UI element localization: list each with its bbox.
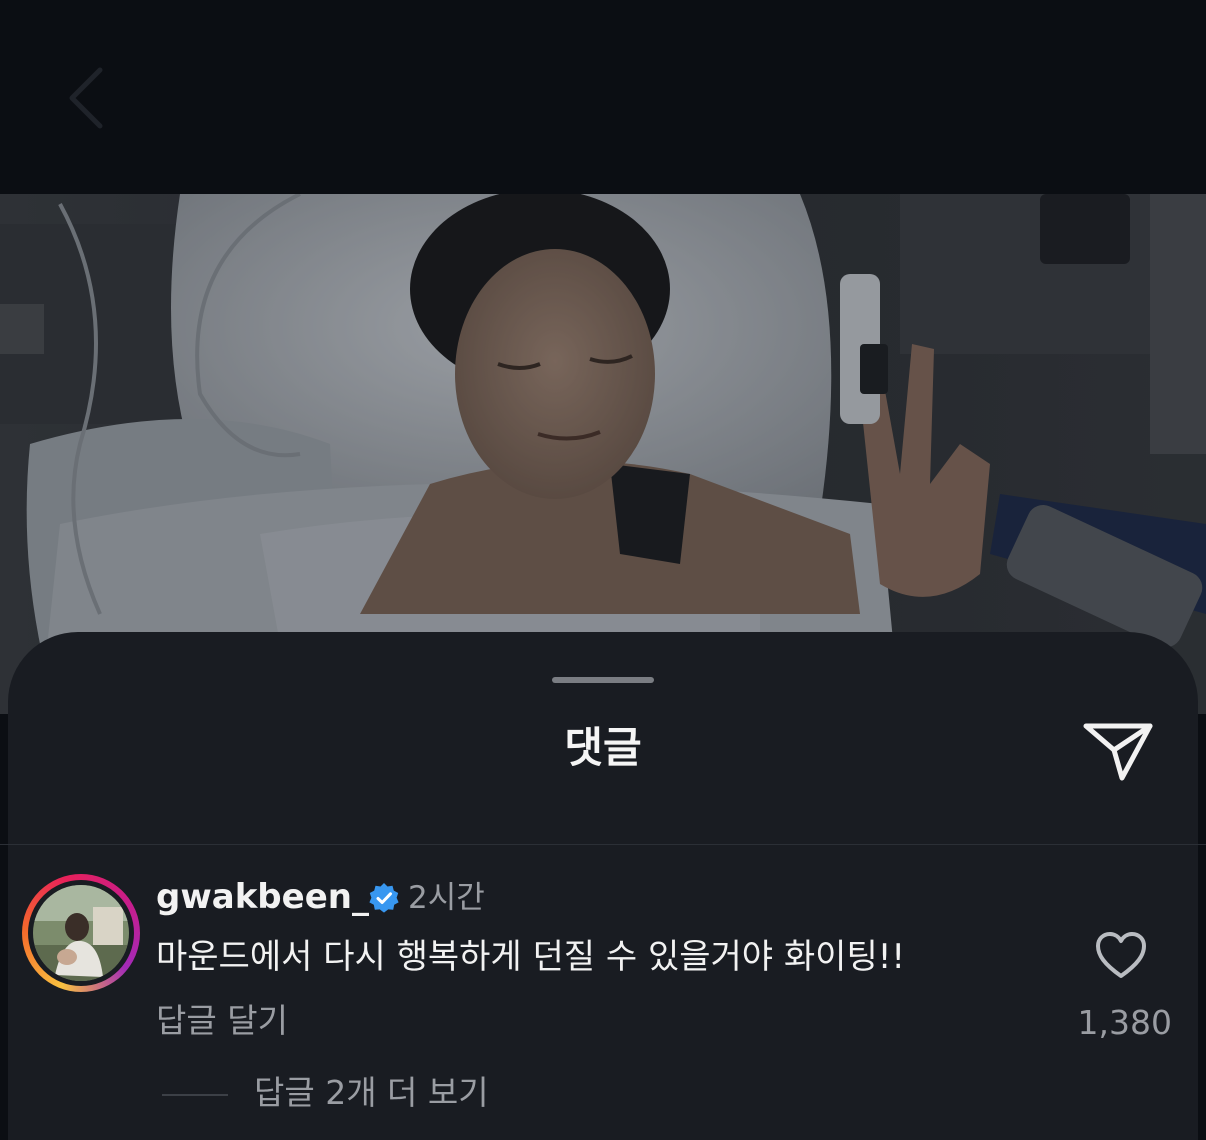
avatar-image [33, 885, 129, 981]
comment-username[interactable]: gwakbeen_ [156, 874, 369, 920]
avatar[interactable] [22, 874, 140, 992]
back-button[interactable] [56, 56, 126, 140]
app-screen: 댓글 gwakbeen_ 2시간 마운드에서 다시 행복하게 던질 수 있을거야… [0, 0, 1206, 1140]
chevron-left-icon [69, 67, 103, 129]
comments-sheet: 댓글 gwakbeen_ 2시간 마운드에서 다시 행복하게 던질 수 있을거야… [0, 632, 1206, 1140]
comment-timestamp: 2시간 [408, 880, 485, 916]
sheet-grabber[interactable] [552, 677, 654, 683]
verified-badge-icon [369, 883, 399, 913]
like-count: 1,380 [1077, 1003, 1172, 1042]
paper-plane-icon [1083, 723, 1153, 781]
share-button[interactable] [1080, 716, 1156, 786]
top-bar [0, 0, 1206, 194]
view-more-replies-button[interactable]: 답글 2개 더 보기 [254, 1070, 489, 1116]
reply-button[interactable]: 답글 달기 [156, 998, 288, 1044]
sheet-divider [0, 844, 1206, 845]
sheet-title: 댓글 [564, 723, 642, 772]
comment-text: 마운드에서 다시 행복하게 던질 수 있을거야 화이팅!! [156, 937, 905, 977]
like-button[interactable] [1094, 930, 1148, 982]
replies-divider-line [162, 1094, 228, 1096]
heart-outline-icon [1096, 932, 1146, 978]
